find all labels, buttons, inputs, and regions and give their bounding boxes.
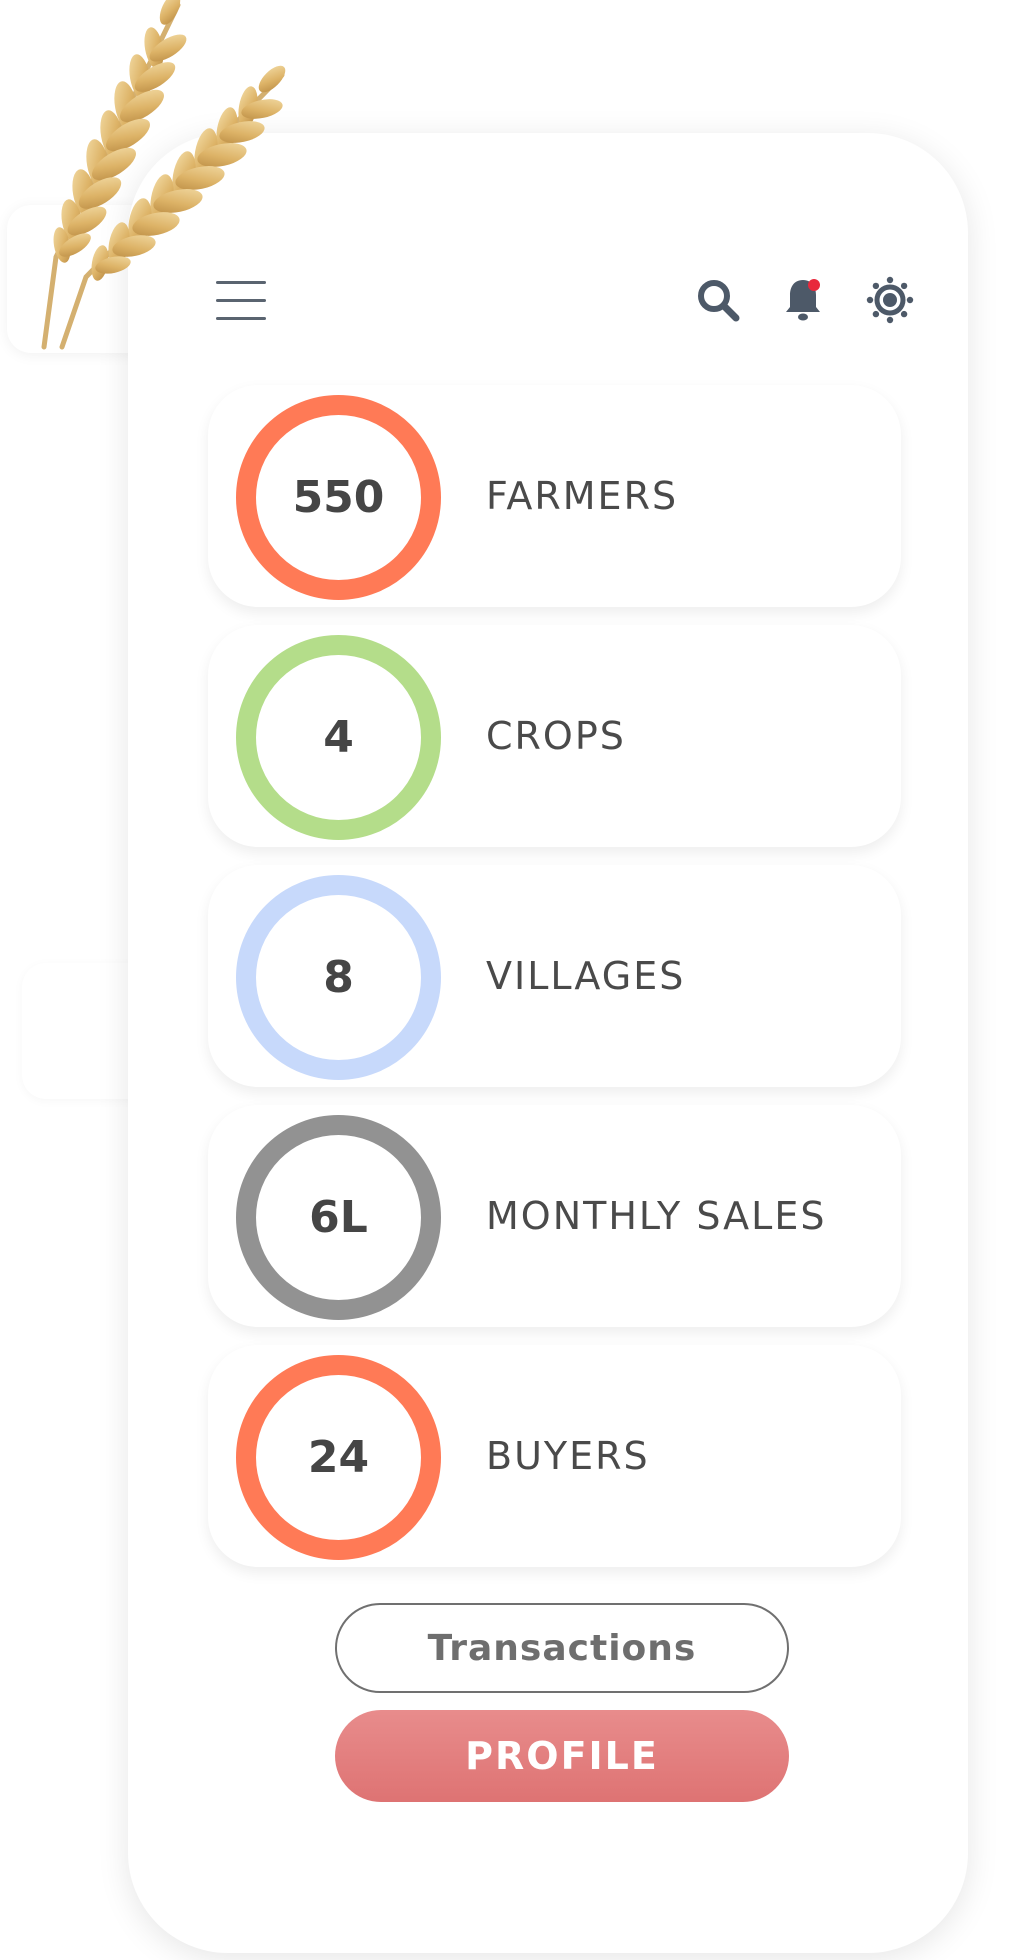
stat-card-buyers[interactable]: 24 BUYERS [208,1345,901,1567]
notifications-button[interactable] [779,276,827,324]
stat-ring: 4 [236,635,441,840]
settings-button[interactable] [866,276,914,324]
stat-value: 24 [307,1432,370,1483]
stat-card-farmers[interactable]: 550 FARMERS [208,385,901,607]
gear-icon [866,276,914,324]
profile-button[interactable]: PROFILE [335,1710,789,1802]
stat-label: CROPS [486,714,626,758]
transactions-button[interactable]: Transactions [335,1603,789,1693]
stat-card-monthly-sales[interactable]: 6L MONTHLY SALES [208,1105,901,1327]
wheat-icon [41,0,286,350]
stat-ring: 6L [236,1115,441,1320]
notification-dot [808,279,820,291]
stat-label: VILLAGES [486,954,686,998]
stat-card-villages[interactable]: 8 VILLAGES [208,865,901,1087]
stat-label: MONTHLY SALES [486,1194,827,1238]
stat-value: 4 [323,712,354,763]
stat-label: FARMERS [486,474,679,518]
stat-value: 6L [309,1192,368,1243]
stat-label: BUYERS [486,1434,650,1478]
stat-value: 8 [323,952,354,1003]
stat-card-crops[interactable]: 4 CROPS [208,625,901,847]
search-icon [698,280,740,322]
stat-value: 550 [292,472,385,523]
phone-screen: 550 FARMERS 4 CROPS 8 VILLAGES 6L MONTHL… [128,133,968,1953]
bell-icon [786,279,820,321]
stat-ring: 550 [236,395,441,600]
stat-ring: 24 [236,1355,441,1560]
search-button[interactable] [694,276,742,324]
stat-ring: 8 [236,875,441,1080]
